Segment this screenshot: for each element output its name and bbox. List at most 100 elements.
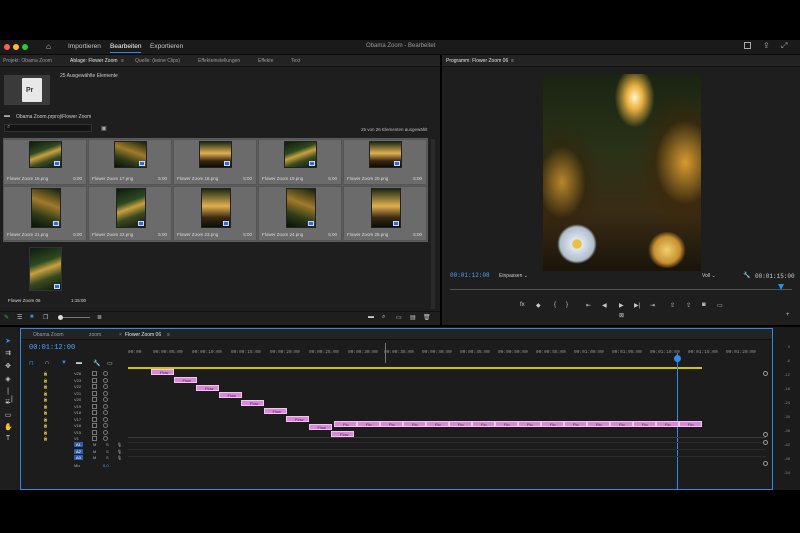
mute-button[interactable]: M [93,455,98,460]
playhead-handle[interactable] [674,355,681,362]
home-icon[interactable]: ⌂ [46,42,51,51]
media-tile[interactable]: Flower Zoom 21.png 5:00 [3,186,87,241]
timeline-menu-icon[interactable]: ≡ [167,332,170,338]
close-window-button[interactable] [4,44,10,50]
tab-text[interactable]: Text [291,58,300,64]
sync-lock-icon[interactable] [92,436,97,441]
type-tool-icon[interactable]: T [4,435,12,443]
lock-icon[interactable]: 🔒 [43,371,48,376]
tab-zoom[interactable]: zoom [89,332,101,338]
video-clip[interactable]: Flo [449,421,472,427]
play-icon[interactable]: ▶ [619,302,624,309]
tab-effekte[interactable]: Effekte [258,58,273,64]
scroll-bottom-handle[interactable] [763,461,768,466]
video-clip[interactable]: Flo [495,421,518,427]
nav-importieren[interactable]: Importieren [68,43,101,50]
video-track-header[interactable]: 🔒 V20 [41,397,146,403]
tab-quelle[interactable]: Quelle: (keine Clips) [135,58,180,64]
video-clip[interactable]: Flo [587,421,610,427]
video-clip[interactable]: Flow [173,376,197,383]
camera-icon[interactable]: ◙ [702,302,706,308]
sort-icon[interactable]: ≣ [97,314,102,321]
sync-lock-icon[interactable] [92,371,97,376]
video-track-header[interactable]: 🔒 V26 [41,371,146,377]
scroll-top-handle[interactable] [763,371,768,376]
fit-dropdown[interactable]: Einpassen ⌄ [499,273,528,279]
video-track-header[interactable]: 🔒 V15 [41,429,146,436]
sync-lock-icon[interactable] [92,423,97,428]
lock-icon[interactable]: 🔒 [43,384,48,389]
work-area-bar[interactable] [128,367,702,369]
tab-ablage[interactable]: Ablage: Flower Zoom [70,58,118,64]
timeline-timecode[interactable]: 00:01:12:00 [29,344,75,352]
add-button-icon[interactable]: + [786,312,790,318]
sequence-tile[interactable]: Flower Zoom 06 1:15:00 [4,245,88,303]
timeline-wrench-icon[interactable]: 🔧 [93,360,100,367]
sync-lock-icon[interactable] [92,377,97,383]
program-menu-icon[interactable]: ≡ [511,58,514,64]
new-item-icon[interactable]: ▤ [410,314,416,321]
video-clip[interactable]: Flo [334,421,357,427]
nav-bearbeiten[interactable]: Bearbeiten [110,43,142,53]
media-tile[interactable]: Flower Zoom 24.png 5:00 [258,186,342,241]
program-timecode[interactable]: 00:01:12:08 [450,272,490,279]
mute-button[interactable]: M [93,442,98,447]
sync-lock-icon[interactable] [92,390,97,396]
program-scrubber[interactable] [450,289,792,290]
sync-lock-icon[interactable] [92,410,97,415]
media-tile[interactable]: Flower Zoom 16.png 5:00 [3,139,87,185]
icon-view-icon[interactable]: ■ [30,314,34,320]
step-forward-icon[interactable]: ▶| [634,302,640,309]
solo-button[interactable]: S [106,449,111,454]
tab-programm[interactable]: Programm: Flower Zoom 06 [446,58,508,64]
go-to-in-icon[interactable]: ⇤ [586,302,591,309]
razor-tool-icon[interactable]: ◈ [4,376,12,384]
video-track-header[interactable]: 🔒 V16 [41,423,146,429]
mic-icon[interactable]: 🎙 [117,442,122,447]
lock-icon[interactable]: 🔒 [43,410,48,415]
go-to-out-icon[interactable]: ⇥ [650,302,655,309]
selection-tool-icon[interactable]: ➤ [4,338,12,346]
eye-icon[interactable] [103,371,108,376]
video-clip[interactable]: Flow [263,408,287,414]
video-track-header[interactable]: 🔒 V18 [41,410,146,416]
video-clip[interactable]: Flo [403,421,426,427]
video-clip[interactable]: Flo [610,421,633,427]
video-clip[interactable]: Flow [151,369,174,375]
delete-icon[interactable]: 🗑 [423,314,431,321]
media-tile[interactable]: Flower Zoom 23.png 5:00 [173,186,257,241]
tab-effekteinstellungen[interactable]: Effekteinstellungen [198,58,240,64]
mark-in-icon[interactable]: { [554,302,556,308]
video-track-header[interactable]: 🔒 V22 [41,384,146,390]
sync-lock-icon[interactable] [92,403,97,409]
video-clip[interactable]: Flo [679,421,702,427]
list-view-icon[interactable]: ☰ [17,314,22,321]
close-tab-icon[interactable]: × [119,332,122,338]
video-clip[interactable]: Flo [426,421,449,427]
pen-tool-icon[interactable]: ✒ [4,400,12,408]
tab-flower-zoom-06[interactable]: Flower Zoom 06 [125,332,161,338]
sync-lock-icon[interactable] [92,397,97,402]
minimize-window-button[interactable] [13,44,19,50]
solo-button[interactable]: S [106,455,111,460]
lock-icon[interactable]: 🔒 [43,397,48,402]
freeform-view-icon[interactable]: ❐ [43,314,48,321]
video-clip[interactable]: Flow [308,423,332,430]
eye-icon[interactable] [103,429,108,435]
scroll-mid-handle[interactable] [763,432,768,437]
mic-icon[interactable]: 🎙 [117,455,122,460]
mic-icon[interactable]: 🎙 [117,449,122,454]
quality-dropdown[interactable]: Voll ⌄ [702,273,716,279]
mix-value[interactable]: 0,0 [103,463,109,468]
track-select-tool-icon[interactable]: ⇉ [4,350,12,358]
project-scrollbar[interactable] [431,139,435,309]
media-tile[interactable]: Flower Zoom 18.png 5:00 [173,139,257,185]
search-input[interactable]: ⌕ [4,124,92,132]
video-clip[interactable]: Flo [357,421,380,427]
sync-lock-icon[interactable] [92,416,97,422]
tab-obama-zoom[interactable]: Obama Zoom [33,332,64,338]
lock-icon[interactable]: 🔒 [43,430,48,435]
video-clip[interactable]: Flo [656,421,679,427]
sync-lock-icon[interactable] [92,429,97,435]
mark-out-icon[interactable]: } [566,302,568,308]
